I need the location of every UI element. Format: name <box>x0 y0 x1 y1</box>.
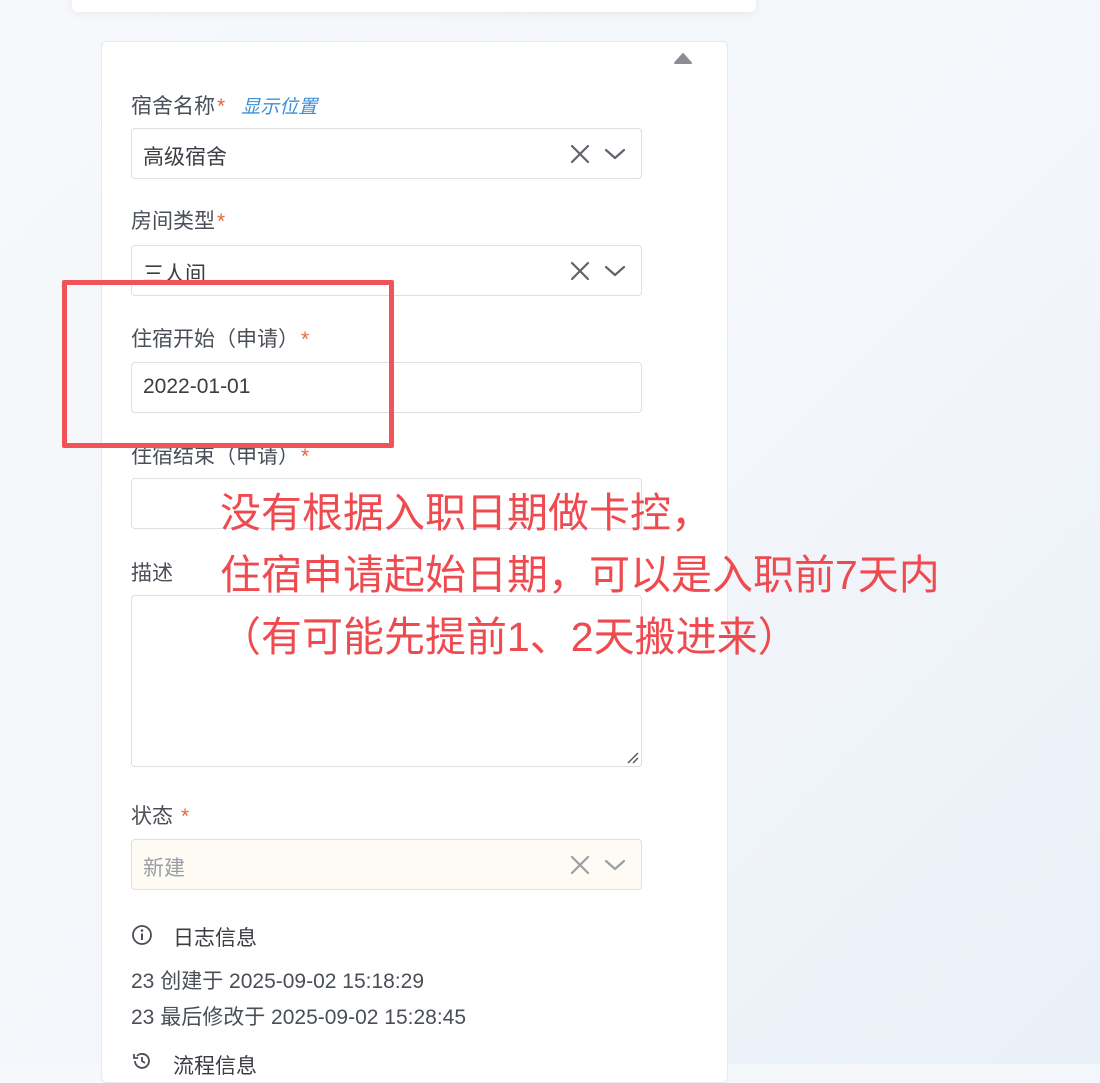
chevron-down-icon[interactable] <box>603 856 627 874</box>
clear-icon[interactable] <box>569 143 591 165</box>
room-type-label: 房间类型* <box>131 210 226 233</box>
clear-icon[interactable] <box>569 854 591 876</box>
show-location-link[interactable]: 显示位置 <box>241 97 317 118</box>
top-card <box>72 0 756 12</box>
dorm-name-select[interactable]: 高级宿舍 <box>131 128 642 179</box>
chevron-down-icon[interactable] <box>603 145 627 163</box>
annotation-line-1: 没有根据入职日期做卡控， <box>220 490 712 536</box>
description-label: 描述 <box>131 562 173 585</box>
annotation-line-3: （有可能先提前1、2天搬进来） <box>220 614 799 660</box>
log-modified: 23 最后修改于 2025-09-02 15:28:45 <box>131 1006 467 1029</box>
dorm-name-value: 高级宿舍 <box>143 146 227 169</box>
chevron-down-icon[interactable] <box>603 262 627 280</box>
collapse-caret-icon[interactable] <box>674 51 692 65</box>
highlight-box <box>62 280 394 448</box>
required-mark: * <box>301 445 310 468</box>
clear-icon[interactable] <box>569 260 591 282</box>
required-mark: * <box>217 210 226 233</box>
required-mark: * <box>181 805 190 828</box>
status-select[interactable]: 新建 <box>131 839 642 890</box>
info-icon <box>131 924 153 946</box>
status-value: 新建 <box>143 857 185 880</box>
dorm-name-label: 宿舍名称* 显示位置 <box>131 95 318 118</box>
annotation-line-2: 住宿申请起始日期，可以是入职前7天内 <box>220 552 940 598</box>
status-label: 状态 * <box>131 805 190 828</box>
history-icon <box>131 1050 153 1072</box>
annotation-text: 没有根据入职日期做卡控， 住宿申请起始日期，可以是入职前7天内 （有可能先提前1… <box>220 482 940 668</box>
log-info-title: 日志信息 <box>173 927 257 950</box>
required-mark: * <box>217 95 226 118</box>
resize-handle-icon[interactable] <box>625 750 639 764</box>
log-created: 23 创建于 2025-09-02 15:18:29 <box>131 970 425 993</box>
flow-info-title: 流程信息 <box>173 1055 257 1078</box>
